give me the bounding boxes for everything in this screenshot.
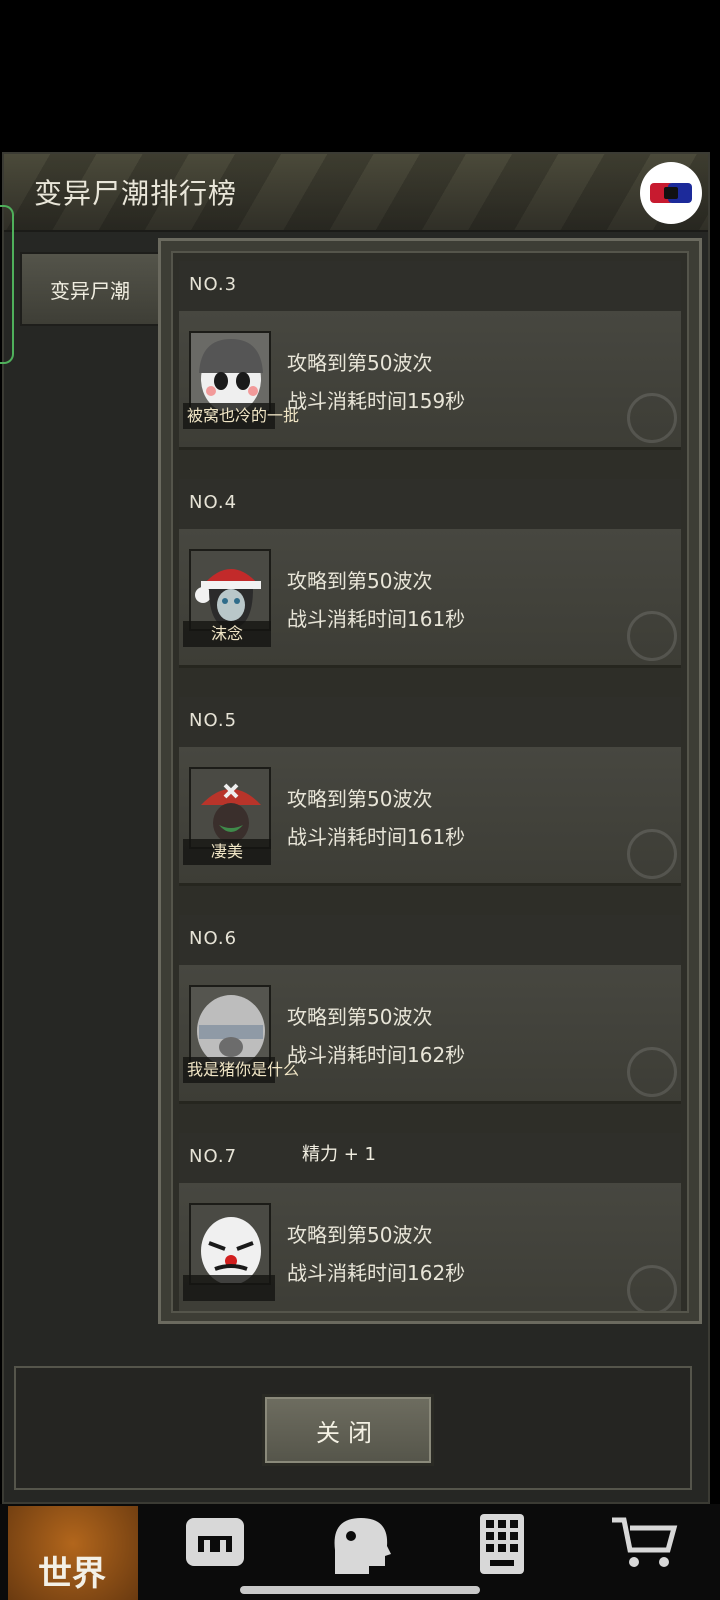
list-item: NO.3 被窝也冷的一批 攻略到第50波次 战斗消耗时间159秒	[179, 261, 681, 450]
wave-text: 攻略到第50波次	[287, 351, 433, 375]
time-text: 战斗消耗时间159秒	[287, 389, 466, 413]
rank-header: NO.5	[179, 697, 681, 748]
dialog-title: 变异尸潮排行榜	[34, 177, 238, 210]
list-item: NO.5 凄美 攻略到第50波次 战斗消耗时间161秒	[179, 697, 681, 886]
player-name: 我是猪你是什么	[183, 1057, 299, 1083]
ranking-list-frame: NO.3 被窝也冷的一批 攻略到第50波次 战斗消耗时间159秒 NO.4 沫念…	[158, 238, 702, 1324]
player-name: 凄美	[183, 839, 271, 865]
entry-body: 我是猪你是什么 攻略到第50波次 战斗消耗时间162秒	[179, 965, 681, 1104]
avatar[interactable]	[189, 767, 271, 849]
radiation-icon	[627, 1047, 677, 1097]
title-bar: 变异尸潮排行榜	[4, 154, 708, 232]
status-area	[0, 0, 720, 152]
energy-toast: 精力 + 1	[302, 1144, 376, 1165]
rank-header: NO.6	[179, 915, 681, 966]
wave-text: 攻略到第50波次	[287, 1223, 433, 1247]
radiation-icon	[627, 829, 677, 879]
wave-text: 攻略到第50波次	[287, 569, 433, 593]
backpack-icon[interactable]	[180, 1514, 250, 1574]
entry-body: 攻略到第50波次 战斗消耗时间162秒	[179, 1183, 681, 1311]
cart-icon[interactable]	[610, 1514, 680, 1574]
player-name: 被窝也冷的一批	[183, 403, 299, 429]
time-text: 战斗消耗时间161秒	[287, 825, 466, 849]
radiation-icon	[627, 611, 677, 661]
phone-icon[interactable]	[468, 1514, 538, 1574]
floating-edge-tab[interactable]	[0, 205, 14, 364]
player-name: 沫念	[183, 621, 271, 647]
avatar[interactable]	[189, 549, 271, 631]
time-text: 战斗消耗时间162秒	[287, 1261, 466, 1285]
wave-text: 攻略到第50波次	[287, 1005, 433, 1029]
rank-label: NO.4	[189, 492, 238, 513]
entry-body: 被窝也冷的一批 攻略到第50波次 战斗消耗时间159秒	[179, 311, 681, 450]
tab-mutant-horde[interactable]: 变异尸潮	[20, 252, 160, 326]
share-icon	[650, 179, 692, 207]
radiation-icon	[627, 393, 677, 443]
list-item: NO.6 我是猪你是什么 攻略到第50波次 战斗消耗时间162秒	[179, 915, 681, 1104]
nav-world-label: 世界	[38, 1554, 106, 1594]
avatar[interactable]	[189, 1203, 271, 1285]
rank-header: NO.7	[179, 1133, 681, 1184]
entry-body: 沫念 攻略到第50波次 战斗消耗时间161秒	[179, 529, 681, 668]
rank-label: NO.6	[189, 928, 238, 949]
list-item: NO.4 沫念 攻略到第50波次 战斗消耗时间161秒	[179, 479, 681, 668]
rank-header: NO.3	[179, 261, 681, 312]
close-button[interactable]: 关闭	[262, 1394, 434, 1466]
time-text: 战斗消耗时间162秒	[287, 1043, 466, 1067]
share-button[interactable]	[640, 162, 702, 224]
ranking-list[interactable]: NO.3 被窝也冷的一批 攻略到第50波次 战斗消耗时间159秒 NO.4 沫念…	[171, 251, 689, 1313]
rank-label: NO.5	[189, 710, 238, 731]
head-icon[interactable]	[325, 1514, 395, 1574]
avatar[interactable]	[189, 331, 271, 413]
rank-label: NO.7	[189, 1146, 238, 1167]
nav-world[interactable]: 世界	[8, 1506, 138, 1600]
wave-text: 攻略到第50波次	[287, 787, 433, 811]
rank-header: NO.4	[179, 479, 681, 530]
avatar[interactable]	[189, 985, 271, 1067]
entry-body: 凄美 攻略到第50波次 战斗消耗时间161秒	[179, 747, 681, 886]
home-indicator[interactable]	[240, 1586, 480, 1594]
dialog-footer: 关闭	[14, 1366, 692, 1490]
list-item: NO.7 攻略到第50波次 战斗消耗时间162秒	[179, 1133, 681, 1311]
rank-label: NO.3	[189, 274, 238, 295]
player-name	[183, 1275, 275, 1301]
time-text: 战斗消耗时间161秒	[287, 607, 466, 631]
radiation-icon	[627, 1265, 677, 1311]
